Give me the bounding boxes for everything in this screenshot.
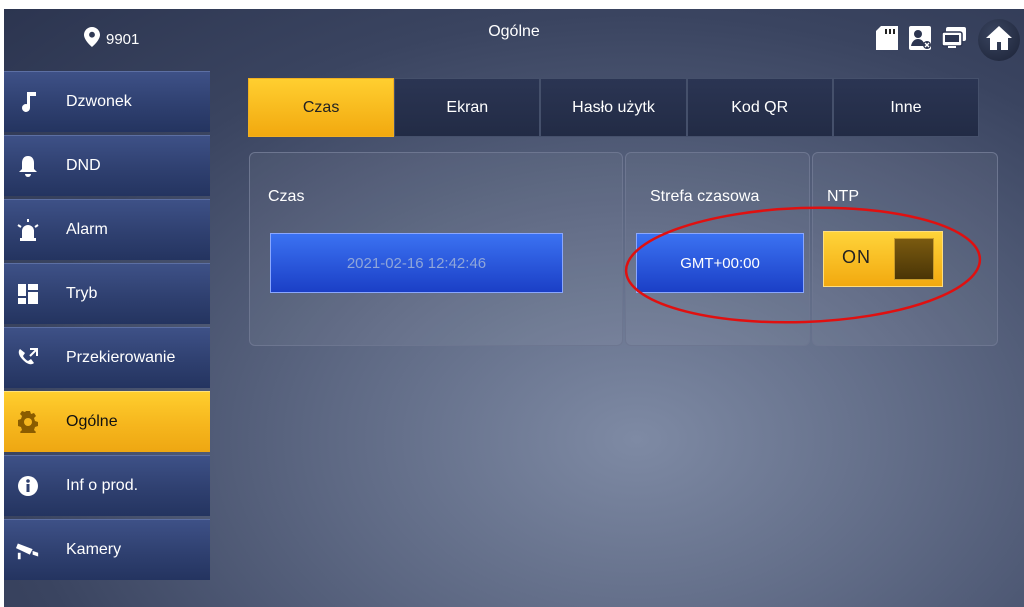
gear-icon [16, 410, 40, 434]
ntp-toggle[interactable]: ON [823, 231, 943, 287]
tab-ekran[interactable]: Ekran [394, 78, 541, 137]
sidebar-item-label: Przekierowanie [66, 349, 176, 366]
date-time-field[interactable]: 2021-02-16 12:42:46 [270, 233, 563, 293]
time-panel: Czas 2021-02-16 12:42:46 [249, 152, 623, 346]
device-screen: 9901 Ogólne Dzwonek DND Alarm Tryb Przek… [4, 9, 1024, 607]
sidebar-item-ogolne[interactable]: Ogólne [4, 391, 210, 452]
sidebar-item-label: Alarm [66, 221, 108, 238]
sidebar: Dzwonek DND Alarm Tryb Przekierowanie Og… [4, 71, 210, 583]
monitor-icon [941, 26, 968, 54]
sd-card-icon [876, 25, 898, 55]
tab-czas[interactable]: Czas [248, 78, 395, 137]
ntp-label: NTP [827, 188, 859, 205]
grid-icon [16, 282, 40, 306]
sidebar-item-przekierowanie[interactable]: Przekierowanie [4, 327, 210, 388]
page-title: Ogólne [488, 23, 540, 40]
sidebar-item-label: Ogólne [66, 413, 118, 430]
sidebar-item-dzwonek[interactable]: Dzwonek [4, 71, 210, 132]
sidebar-item-label: DND [66, 157, 101, 174]
home-button[interactable] [978, 19, 1020, 61]
alarm-siren-icon [16, 218, 40, 242]
bell-icon [16, 154, 40, 178]
status-icons [876, 19, 1020, 61]
toggle-knob [894, 238, 934, 280]
sidebar-item-info[interactable]: Inf o prod. [4, 455, 210, 516]
time-label: Czas [268, 188, 305, 205]
sidebar-item-label: Inf o prod. [66, 477, 139, 494]
top-bar: 9901 Ogólne [4, 9, 1024, 65]
sidebar-item-kamery[interactable]: Kamery [4, 519, 210, 580]
tab-kod-qr[interactable]: Kod QR [686, 78, 833, 137]
camera-icon [16, 538, 40, 562]
tab-bar: Czas Ekran Hasło użytk Kod QR Inne [248, 78, 980, 137]
tab-inne[interactable]: Inne [832, 78, 980, 137]
timezone-label: Strefa czasowa [650, 188, 760, 205]
phone-forward-icon [16, 346, 40, 370]
home-icon [985, 25, 1013, 56]
timezone-panel: Strefa czasowa GMT+00:00 [625, 152, 810, 346]
sidebar-item-alarm[interactable]: Alarm [4, 199, 210, 260]
sidebar-item-label: Kamery [66, 541, 122, 558]
sidebar-item-dnd[interactable]: DND [4, 135, 210, 196]
sidebar-item-label: Dzwonek [66, 93, 132, 110]
ntp-toggle-state: ON [842, 247, 871, 267]
sidebar-item-tryb[interactable]: Tryb [4, 263, 210, 324]
tab-haslo-uzytk[interactable]: Hasło użytk [540, 78, 687, 137]
music-note-icon [16, 90, 40, 114]
ntp-panel: NTP ON [812, 152, 998, 346]
contact-icon [908, 25, 932, 56]
sidebar-item-label: Tryb [66, 285, 98, 302]
info-icon [16, 474, 40, 498]
timezone-field[interactable]: GMT+00:00 [636, 233, 804, 293]
